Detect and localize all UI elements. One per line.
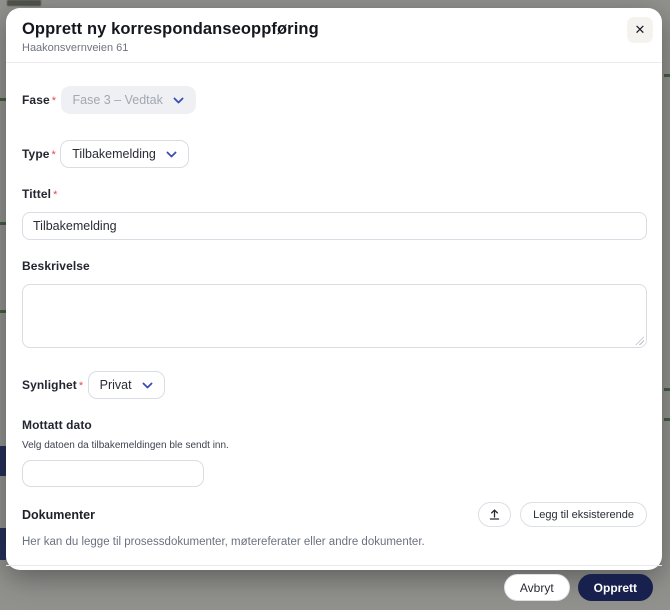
- backdrop-page-fragment: [664, 74, 670, 77]
- field-tittel: Tittel *: [22, 185, 647, 240]
- dialog-header: Opprett ny korrespondanseoppføring Haako…: [6, 8, 662, 63]
- dialog-subtitle: Haakonsvernveien 61: [22, 42, 129, 54]
- fase-label: Fase: [22, 93, 50, 107]
- resize-grip-icon[interactable]: [635, 336, 644, 345]
- field-beskrivelse: Beskrivelse: [22, 257, 647, 348]
- dialog-footer: Avbryt Opprett: [6, 565, 662, 610]
- backdrop-page-fragment: [664, 418, 670, 421]
- mottatt-dato-input[interactable]: [22, 460, 204, 487]
- submit-button[interactable]: Opprett: [577, 574, 653, 601]
- chevron-down-icon: [166, 151, 177, 157]
- upload-icon: [489, 509, 500, 520]
- tittel-label: Tittel: [22, 187, 52, 201]
- field-dokumenter: Dokumenter Legg til eksisterende Her kan…: [22, 502, 647, 548]
- upload-document-button[interactable]: [478, 502, 512, 527]
- field-synlighet: Synlighet * Privat: [22, 362, 647, 399]
- backdrop-page-fragment: [7, 0, 41, 6]
- dokumenter-label: Dokumenter: [22, 507, 95, 522]
- required-asterisk: *: [51, 95, 57, 107]
- backdrop-page-fragment: [664, 388, 670, 391]
- close-icon[interactable]: ✕: [627, 17, 653, 43]
- dialog-title: Opprett ny korrespondanseoppføring: [22, 20, 319, 38]
- mottatt-dato-helper: Velg datoen da tilbakemeldingen ble send…: [22, 440, 229, 451]
- beskrivelse-label: Beskrivelse: [22, 259, 90, 273]
- required-asterisk: *: [51, 149, 56, 161]
- synlighet-label: Synlighet: [22, 378, 77, 392]
- create-correspondence-dialog: Opprett ny korrespondanseoppføring Haako…: [6, 8, 662, 601]
- required-asterisk: *: [78, 380, 84, 392]
- beskrivelse-textarea[interactable]: [22, 284, 647, 348]
- fase-select: Fase 3 – Vedtak: [60, 86, 196, 114]
- chevron-down-icon: [142, 382, 153, 388]
- mottatt-dato-label: Mottatt dato: [22, 418, 92, 432]
- fase-select-value: Fase 3 – Vedtak: [72, 93, 163, 107]
- cancel-button[interactable]: Avbryt: [503, 574, 570, 601]
- dialog-body: Fase * Fase 3 – Vedtak Type * Tilbakemeldi…: [6, 63, 662, 565]
- type-label: Type: [22, 147, 50, 161]
- synlighet-select-value: Privat: [99, 378, 132, 392]
- required-asterisk: *: [53, 189, 58, 201]
- tittel-input[interactable]: [22, 212, 647, 240]
- type-select[interactable]: Tilbakemelding: [60, 140, 189, 168]
- synlighet-select[interactable]: Privat: [87, 371, 165, 399]
- field-type: Type * Tilbakemelding: [22, 131, 647, 168]
- field-mottatt-dato: Mottatt dato Velg datoen da tilbakemeldi…: [22, 416, 647, 487]
- chevron-down-icon: [173, 97, 184, 103]
- type-select-value: Tilbakemelding: [72, 147, 156, 161]
- dokumenter-helper: Her kan du legge til prosessdokumenter, …: [22, 536, 425, 548]
- add-existing-document-button[interactable]: Legg til eksisterende: [520, 502, 647, 527]
- field-fase: Fase * Fase 3 – Vedtak: [22, 77, 647, 114]
